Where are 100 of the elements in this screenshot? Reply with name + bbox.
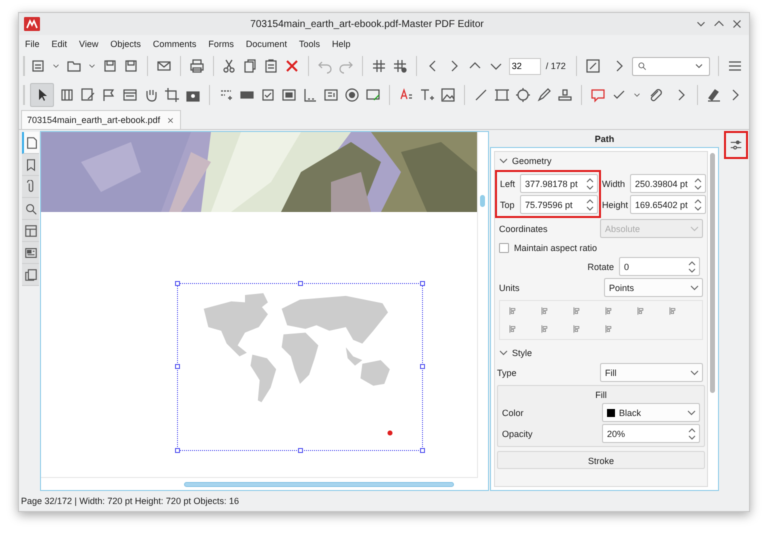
align-icon[interactable] (572, 324, 582, 334)
scrollbar-thumb[interactable] (480, 195, 486, 207)
resize-handle[interactable] (298, 281, 303, 286)
field-label: Coordinates (499, 224, 548, 234)
align-icon[interactable] (604, 306, 614, 316)
asterisk-icon (387, 430, 393, 436)
panel-toggle-button[interactable] (724, 131, 748, 159)
corner-icon[interactable] (302, 87, 318, 103)
scrollbar-thumb[interactable] (184, 482, 454, 487)
menu-item[interactable]: View (79, 38, 98, 48)
copy-icon[interactable] (242, 58, 258, 74)
fit-page-icon[interactable] (584, 58, 601, 74)
menu-item[interactable]: Forms (208, 38, 234, 48)
stamp-icon[interactable] (557, 87, 573, 103)
resize-handle[interactable] (420, 364, 425, 369)
document-icon[interactable] (30, 58, 46, 74)
menu-item[interactable]: Help (332, 38, 350, 48)
add-text-icon[interactable] (419, 87, 435, 103)
align-icon[interactable] (572, 306, 582, 316)
group-title: Stroke (587, 455, 616, 468)
page-number-field[interactable]: 32 (508, 58, 541, 74)
circle-icon[interactable] (515, 87, 531, 103)
document-tab[interactable]: 703154main_earth_art-ebook.pdf (21, 110, 182, 129)
spinner-arrows-icon[interactable] (688, 260, 696, 274)
resize-handle[interactable] (298, 448, 303, 453)
checkbox-icon[interactable] (260, 87, 276, 103)
align-icon[interactable] (540, 324, 550, 334)
flag-icon[interactable] (101, 87, 117, 103)
align-icon[interactable] (636, 306, 646, 316)
text-columns-icon[interactable] (59, 87, 75, 103)
spinner-arrows-icon[interactable] (694, 176, 702, 190)
crop-icon[interactable] (164, 87, 180, 103)
scissors-icon[interactable] (221, 58, 238, 74)
image-icon[interactable] (440, 87, 456, 103)
caret-icon (690, 370, 699, 376)
pencil-icon[interactable] (536, 87, 552, 103)
align-icon[interactable] (508, 324, 518, 334)
spinner-arrows-icon[interactable] (586, 176, 594, 190)
spin-field[interactable]: 75.79596 pt (520, 195, 598, 214)
list-box-icon[interactable] (323, 87, 339, 103)
menu-item[interactable]: File (25, 38, 40, 48)
sidebar-button[interactable] (22, 242, 39, 264)
save-icon[interactable] (102, 58, 118, 74)
rectangle-icon[interactable] (494, 87, 510, 103)
grid-dot-icon[interactable] (392, 58, 408, 74)
spin-field[interactable]: 0 (619, 257, 700, 276)
eraser-icon[interactable] (706, 87, 722, 103)
search-field[interactable] (632, 56, 710, 76)
spin-field[interactable]: 377.98178 pt (520, 174, 598, 193)
sidebar-button[interactable] (22, 264, 39, 286)
tab-label: 703154main_earth_art-ebook.pdf (27, 115, 160, 125)
align-icon[interactable] (540, 306, 550, 316)
dropdown[interactable]: Points (604, 278, 703, 297)
sidebar-button[interactable] (22, 154, 39, 176)
delete-icon[interactable] (284, 58, 300, 74)
grid-icon[interactable] (370, 58, 387, 74)
resize-handle[interactable] (420, 448, 425, 453)
page-count: / 172 (546, 61, 567, 71)
spinner-arrows-icon[interactable] (586, 198, 594, 212)
menu-item[interactable]: Comments (152, 38, 196, 48)
comment-icon[interactable] (590, 87, 606, 103)
resize-handle[interactable] (175, 281, 180, 286)
sidebar-button[interactable] (22, 220, 39, 242)
clipboard-icon[interactable] (263, 58, 280, 74)
close-icon[interactable] (166, 116, 176, 124)
resize-handle[interactable] (175, 364, 180, 369)
dropdown[interactable]: Fill (600, 363, 703, 382)
sidebar-button[interactable] (22, 198, 39, 220)
checkbox[interactable] (499, 242, 510, 252)
form-icon[interactable] (122, 87, 138, 103)
field-label: Type (497, 368, 517, 378)
signature-icon[interactable] (365, 87, 381, 103)
section-header[interactable]: Geometry (499, 154, 703, 168)
align-icon[interactable] (508, 306, 518, 316)
radio-icon[interactable] (344, 87, 360, 103)
field-label: Units (499, 282, 520, 292)
spin-field[interactable]: 250.39804 pt (630, 174, 706, 193)
align-icon[interactable] (604, 324, 614, 334)
sidebar-button[interactable] (22, 176, 39, 198)
edit-page-icon[interactable] (80, 87, 96, 103)
line-icon[interactable] (473, 87, 489, 103)
menu-item[interactable]: Tools (298, 38, 320, 48)
section-header[interactable]: Style (499, 346, 703, 360)
dropdown[interactable]: Black (602, 403, 700, 422)
sidebar-button[interactable] (22, 132, 39, 154)
combo-box-icon[interactable] (281, 87, 297, 103)
printer-icon[interactable] (188, 58, 205, 74)
resize-handle[interactable] (420, 281, 425, 286)
menu-item[interactable]: Objects (110, 38, 141, 48)
spinner-arrows-icon[interactable] (688, 426, 696, 440)
menu-item[interactable]: Edit (52, 38, 68, 48)
align-icon[interactable] (668, 306, 678, 316)
save-icon[interactable] (123, 58, 139, 74)
spin-field[interactable]: 20% (602, 424, 700, 443)
pointer-tool[interactable] (30, 83, 54, 107)
spin-field[interactable]: 169.65402 pt (630, 195, 706, 214)
spinner-arrows-icon[interactable] (694, 198, 702, 212)
scrollbar-thumb[interactable] (710, 153, 715, 393)
menu-item[interactable]: Document (246, 38, 287, 48)
resize-handle[interactable] (175, 448, 180, 453)
